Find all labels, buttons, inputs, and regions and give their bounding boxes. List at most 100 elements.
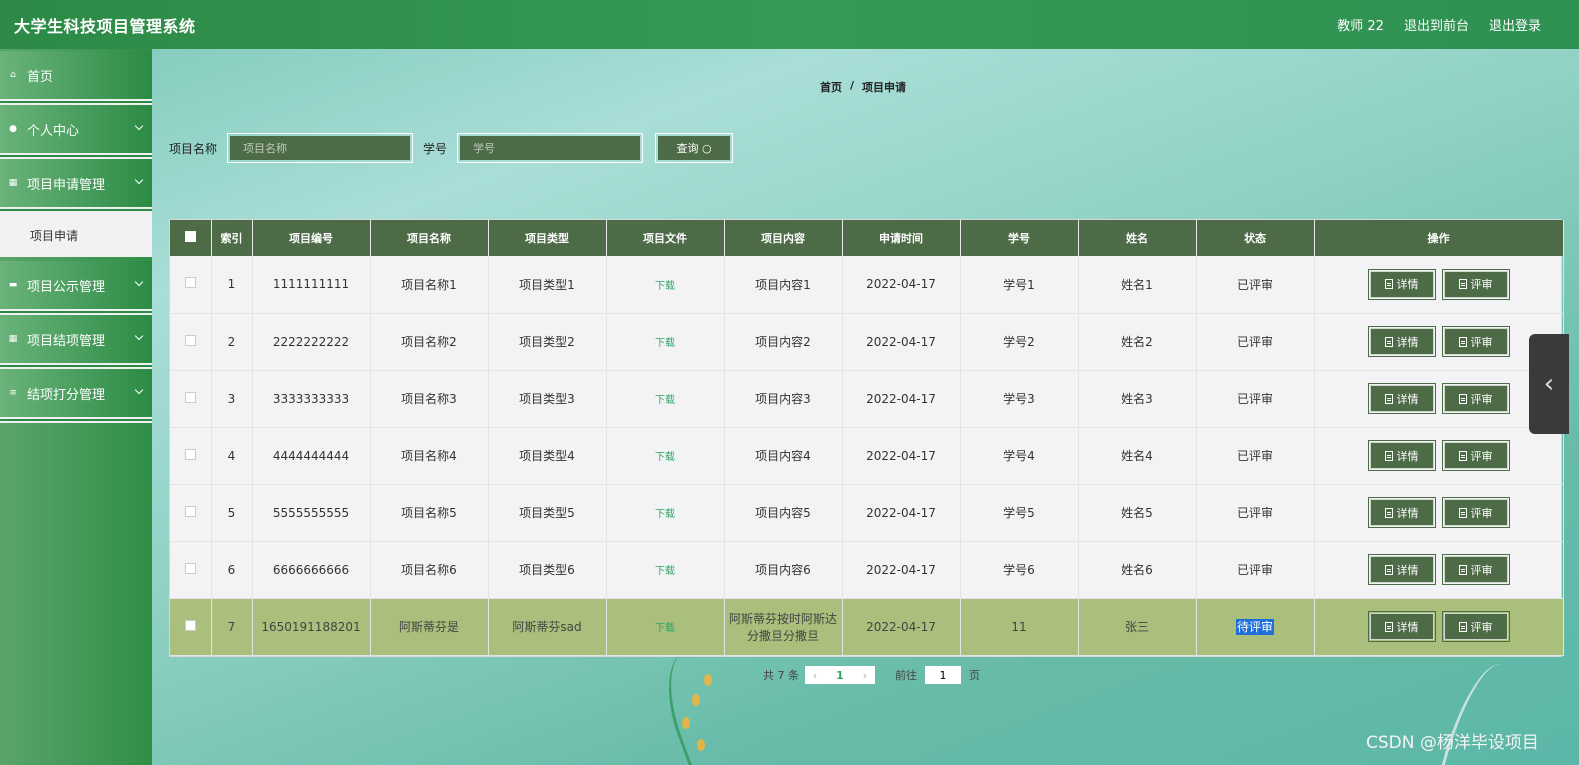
cell-actions: 详情 评审 xyxy=(1314,598,1564,656)
row-checkbox[interactable] xyxy=(184,505,196,517)
review-button[interactable]: 评审 xyxy=(1441,440,1510,471)
sidebar-item-label: 个人中心 xyxy=(27,123,80,139)
download-link[interactable]: 下载 xyxy=(655,395,675,406)
cell-index: 2 xyxy=(211,313,253,371)
detail-button[interactable]: 详情 xyxy=(1367,326,1436,357)
document-icon xyxy=(1384,450,1393,461)
project-name-input[interactable] xyxy=(230,136,411,160)
row-select-cell[interactable] xyxy=(170,541,212,599)
download-link[interactable]: 下载 xyxy=(655,509,675,520)
current-page[interactable]: 1 xyxy=(825,666,855,684)
back-to-front-link[interactable]: 退出到前台 xyxy=(1404,15,1469,34)
row-select-cell[interactable] xyxy=(170,598,212,656)
cell-code: 4444444444 xyxy=(252,427,371,485)
review-label: 评审 xyxy=(1470,278,1493,292)
review-label: 评审 xyxy=(1470,449,1493,463)
cell-content: 项目内容6 xyxy=(724,541,843,599)
sidebar-item-conclusion-mgmt[interactable]: ▦ 项目结项管理 xyxy=(0,315,152,365)
breadcrumb-home[interactable]: 首页 xyxy=(820,79,842,95)
query-button-wrap: 查询 ○ xyxy=(655,133,734,163)
query-button[interactable]: 查询 ○ xyxy=(658,136,731,160)
row-select-cell[interactable] xyxy=(170,256,212,314)
row-select-cell[interactable] xyxy=(170,427,212,485)
app-title: 大学生科技项目管理系统 xyxy=(14,16,196,36)
document-icon xyxy=(1458,564,1467,575)
review-button[interactable]: 评审 xyxy=(1441,326,1510,357)
detail-button[interactable]: 详情 xyxy=(1367,268,1436,300)
document-icon xyxy=(1384,336,1393,347)
download-link[interactable]: 下载 xyxy=(655,566,675,577)
chevron-down-icon xyxy=(134,385,144,395)
row-select-cell[interactable] xyxy=(170,484,212,542)
cell-name: 项目名称5 xyxy=(370,484,489,542)
table-row: 3 3333333333 项目名称3 项目类型3 下载 项目内容3 2022-04-17 学号… xyxy=(170,370,1564,428)
detail-button[interactable]: 详情 xyxy=(1367,554,1436,585)
row-select-cell[interactable] xyxy=(170,313,212,371)
user-label[interactable]: 教师 22 xyxy=(1337,15,1384,34)
detail-button[interactable]: 详情 xyxy=(1367,383,1436,414)
row-checkbox[interactable] xyxy=(184,448,196,460)
grid-icon: ▦ xyxy=(8,334,18,344)
cell-content: 项目内容5 xyxy=(724,484,843,542)
row-checkbox[interactable] xyxy=(184,562,196,574)
detail-button[interactable]: 详情 xyxy=(1367,440,1436,471)
review-button[interactable]: 评审 xyxy=(1441,268,1510,300)
prev-page-button[interactable]: ‹ xyxy=(805,666,825,684)
sidebar-item-personal[interactable]: ● 个人中心 xyxy=(0,105,152,155)
row-checkbox[interactable] xyxy=(184,334,196,346)
select-all-cell[interactable] xyxy=(170,220,212,256)
download-link[interactable]: 下载 xyxy=(655,281,675,292)
collapse-panel-tab[interactable]: ‹ xyxy=(1529,334,1569,434)
sidebar-item-label: 项目结项管理 xyxy=(27,333,106,349)
detail-label: 详情 xyxy=(1396,449,1419,463)
sidebar-item-publicity-mgmt[interactable]: ▬ 项目公示管理 xyxy=(0,261,152,311)
review-button[interactable]: 评审 xyxy=(1441,554,1510,585)
next-page-button[interactable]: › xyxy=(855,666,875,684)
sidebar-item-home[interactable]: ⌂ 首页 xyxy=(0,51,152,101)
table-row: 1 1111111111 项目名称1 项目类型1 下载 项目内容1 2022-04-17 学号… xyxy=(170,256,1564,314)
cell-code: 5555555555 xyxy=(252,484,371,542)
cell-content: 阿斯蒂芬按时阿斯达分撒旦分撒旦 xyxy=(724,598,843,656)
cell-date: 2022-04-17 xyxy=(842,598,961,656)
sidebar-item-apply-mgmt[interactable]: ▦ 项目申请管理 xyxy=(0,159,152,209)
download-link[interactable]: 下载 xyxy=(655,623,675,634)
document-icon xyxy=(1458,621,1467,632)
student-id-input-wrap xyxy=(457,133,644,163)
detail-button[interactable]: 详情 xyxy=(1367,611,1436,642)
row-checkbox[interactable] xyxy=(184,619,196,631)
review-label: 评审 xyxy=(1470,392,1493,406)
column-header: 项目类型 xyxy=(488,220,607,256)
cell-date: 2022-04-17 xyxy=(842,541,961,599)
column-header: 操作 xyxy=(1314,220,1564,256)
row-checkbox[interactable] xyxy=(184,391,196,403)
home-icon: ⌂ xyxy=(10,70,16,80)
sidebar-subitem-apply[interactable]: 项目申请 xyxy=(0,213,152,257)
download-link[interactable]: 下载 xyxy=(655,338,675,349)
sidebar-item-scoring-mgmt[interactable]: ≡ 结项打分管理 xyxy=(0,369,152,419)
detail-button[interactable]: 详情 xyxy=(1367,497,1436,528)
document-icon xyxy=(1384,621,1393,632)
select-all-checkbox[interactable] xyxy=(184,231,196,242)
cell-type: 项目类型3 xyxy=(488,370,607,428)
cell-sid: 学号3 xyxy=(960,370,1079,428)
review-button[interactable]: 评审 xyxy=(1441,497,1510,528)
table-row: 4 4444444444 项目名称4 项目类型4 下载 项目内容4 2022-04-17 学号… xyxy=(170,427,1564,485)
row-checkbox[interactable] xyxy=(184,277,196,289)
document-icon xyxy=(1384,507,1393,518)
cell-student: 姓名1 xyxy=(1078,256,1197,314)
logout-link[interactable]: 退出登录 xyxy=(1489,15,1541,34)
chevron-left-icon: ‹ xyxy=(1543,369,1555,399)
detail-label: 详情 xyxy=(1396,392,1419,406)
column-header: 项目名称 xyxy=(370,220,489,256)
page-unit: 页 xyxy=(969,669,980,682)
cell-file: 下载 xyxy=(606,541,725,599)
student-id-input[interactable] xyxy=(460,136,641,160)
row-select-cell[interactable] xyxy=(170,370,212,428)
cell-type: 项目类型1 xyxy=(488,256,607,314)
review-button[interactable]: 评审 xyxy=(1441,383,1510,414)
column-header: 申请时间 xyxy=(842,220,961,256)
goto-page-input[interactable] xyxy=(925,666,961,684)
download-link[interactable]: 下载 xyxy=(655,452,675,463)
cell-actions: 详情 评审 xyxy=(1314,427,1564,485)
review-button[interactable]: 评审 xyxy=(1441,611,1510,642)
